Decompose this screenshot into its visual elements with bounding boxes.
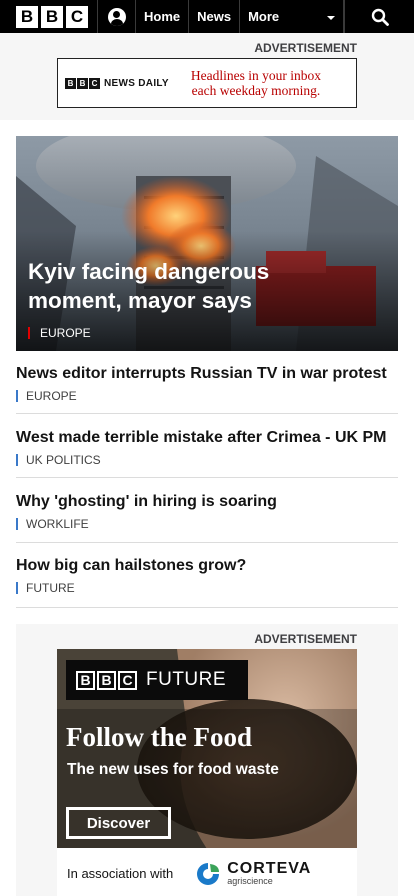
corteva-logo: CORTEVA agriscience: [195, 859, 312, 887]
lead-story-card[interactable]: Kyiv facing dangerous moment, mayor says…: [16, 136, 398, 351]
lead-story-headline[interactable]: Kyiv facing dangerous moment, mayor says: [28, 257, 358, 315]
story-headline[interactable]: Why 'ghosting' in hiring is soaring: [16, 492, 398, 512]
lead-story-tag[interactable]: EUROPE: [28, 327, 91, 339]
logo-letter: C: [118, 670, 137, 690]
news-daily-banner[interactable]: B B C NEWS DAILY Headlines in your inbox…: [57, 58, 357, 108]
corteva-leaf-icon: [197, 862, 220, 885]
chevron-down-icon: [327, 16, 335, 20]
story-item[interactable]: News editor interrupts Russian TV in war…: [16, 364, 398, 414]
top-advertisement: ADVERTISEMENT B B C NEWS DAILY Headlines…: [0, 33, 414, 120]
bbc-mini-logo: B B C: [65, 77, 101, 89]
discover-button[interactable]: Discover: [66, 807, 171, 839]
news-daily-brand: NEWS DAILY: [104, 77, 169, 89]
ad-subtitle: The new uses for food waste: [67, 761, 279, 778]
story-tag[interactable]: FUTURE: [16, 582, 398, 594]
story-headline[interactable]: How big can hailstones grow?: [16, 556, 398, 576]
advertisement-label: ADVERTISEMENT: [254, 632, 357, 646]
story-item[interactable]: How big can hailstones grow? FUTURE: [16, 556, 398, 608]
association-text: In association with: [67, 866, 174, 881]
story-tag[interactable]: WORKLIFE: [16, 518, 398, 530]
account-icon: [107, 7, 126, 26]
story-tag[interactable]: UK POLITICS: [16, 454, 398, 466]
logo-letter: B: [97, 670, 116, 690]
bbc-logo[interactable]: B B C: [0, 0, 98, 33]
advertisement-label: ADVERTISEMENT: [254, 41, 357, 55]
story-headline[interactable]: News editor interrupts Russian TV in war…: [16, 364, 398, 384]
account-button[interactable]: [98, 0, 136, 33]
nav-home-link[interactable]: Home: [136, 0, 190, 33]
story-item[interactable]: Why 'ghosting' in hiring is soaring WORK…: [16, 492, 398, 543]
nav-more-label: More: [248, 9, 280, 24]
bbc-future-logo: B B C FUTURE: [66, 660, 248, 700]
bottom-advertisement: ADVERTISEMENT B B C FUTURE Follow the Fo…: [16, 624, 398, 896]
banner-headline-line: Headlines in your inbox: [190, 68, 321, 83]
ad-title: Follow the Food: [66, 722, 252, 752]
search-icon: [371, 8, 389, 26]
logo-letter: B: [41, 5, 63, 28]
nav-news-link[interactable]: News: [189, 0, 241, 33]
logo-letter: B: [65, 77, 76, 89]
logo-letter: C: [66, 5, 88, 28]
logo-letter: B: [76, 670, 95, 690]
sponsor-subtext: agriscience: [227, 875, 273, 886]
story-headline[interactable]: West made terrible mistake after Crimea …: [16, 428, 398, 448]
story-tag[interactable]: EUROPE: [16, 390, 398, 402]
banner-headline-line: each weekday morning.: [191, 83, 321, 98]
story-item[interactable]: West made terrible mistake after Crimea …: [16, 428, 398, 478]
logo-letter: B: [77, 77, 88, 89]
sponsor-strip: In association with CORTEVA agriscience: [57, 848, 357, 896]
nav-more-menu[interactable]: More: [240, 0, 344, 33]
logo-letter: C: [89, 77, 100, 89]
logo-letter: B: [16, 5, 38, 28]
top-navigation: B B C Home News More: [0, 0, 414, 33]
future-brand-text: FUTURE: [146, 669, 227, 690]
sponsor-name: CORTEVA: [227, 859, 312, 877]
bbc-future-banner[interactable]: B B C FUTURE Follow the Food The new use…: [57, 649, 357, 896]
search-button[interactable]: [344, 0, 414, 33]
banner-headline: Headlines in your inbox each weekday mor…: [191, 68, 321, 98]
